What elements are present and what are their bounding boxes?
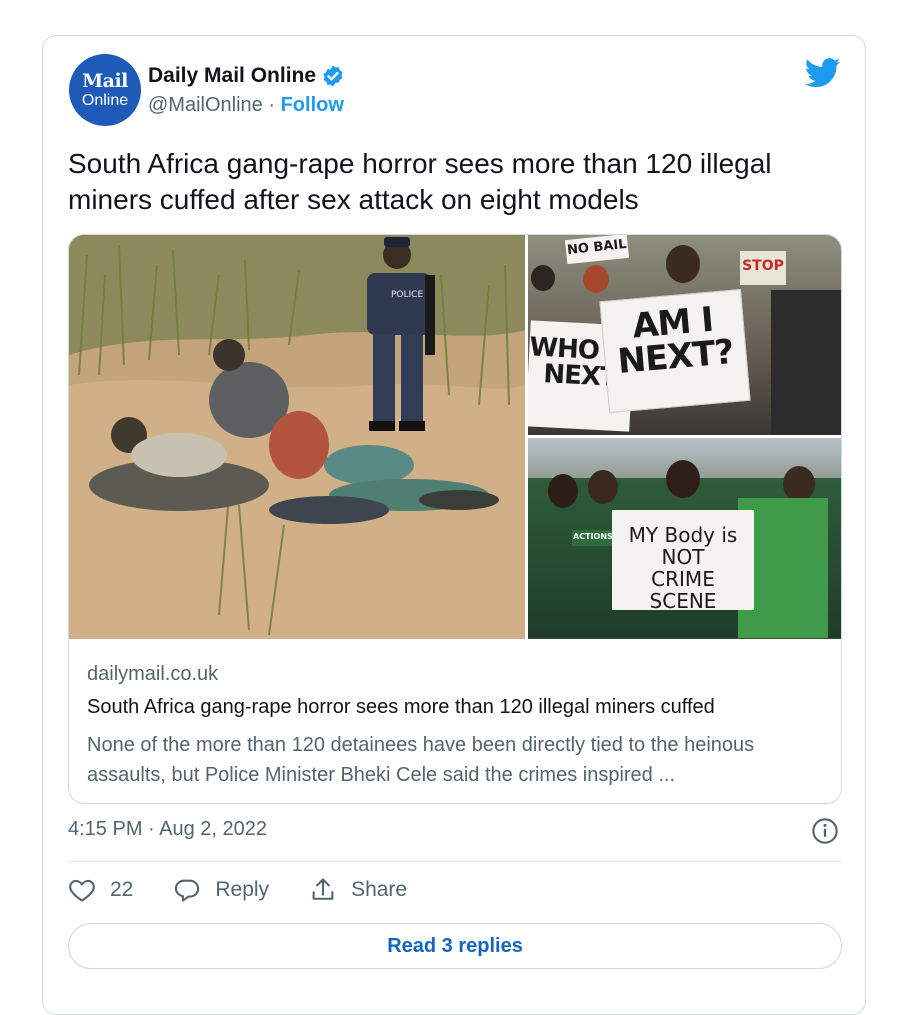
link-title: South Africa gang-rape horror sees more … xyxy=(87,696,715,718)
tweet-text: South Africa gang-rape horror sees more … xyxy=(68,148,772,215)
photo-protest-my-body[interactable]: ACTIONSA MY Body is NOT CRIME SCENE xyxy=(528,438,841,639)
photo-police-arrest[interactable]: POLICE xyxy=(69,235,525,639)
sign-no-bail: NO BAIL xyxy=(564,235,630,265)
photo-police-arrest-art: POLICE xyxy=(69,235,525,639)
divider xyxy=(68,861,842,862)
follow-button[interactable]: Follow xyxy=(281,94,344,116)
read-replies-button[interactable]: Read 3 replies xyxy=(68,923,842,969)
like-count: 22 xyxy=(110,878,134,901)
avatar-line2: Online xyxy=(81,91,129,109)
share-label: Share xyxy=(351,878,408,901)
reply-icon xyxy=(175,879,200,902)
share-icon xyxy=(312,878,334,900)
link-description: None of the more than 120 detainees have… xyxy=(87,734,755,786)
heart-icon xyxy=(69,879,95,902)
sign-my-body: MY Body is NOT CRIME SCENE xyxy=(612,510,754,612)
author-name[interactable]: Daily Mail Online xyxy=(148,64,316,88)
reply-label: Reply xyxy=(215,878,270,901)
photo-protest-am-i-next[interactable]: NO BAIL STOP WHO IS NEXT AM I NEXT? xyxy=(528,235,841,435)
sign-stop: STOP xyxy=(740,251,786,285)
twitter-bird-icon[interactable] xyxy=(805,58,841,88)
handle-separator: · xyxy=(262,94,281,116)
like-button[interactable]: 22 xyxy=(68,876,133,904)
verified-badge-icon xyxy=(323,65,343,87)
sign-am-i-next: AM I NEXT? xyxy=(599,289,751,413)
author-handle[interactable]: @MailOnline xyxy=(148,94,263,116)
tweet-timestamp[interactable]: 4:15 PM · Aug 2, 2022 xyxy=(68,818,267,841)
link-domain: dailymail.co.uk xyxy=(87,663,219,685)
author-name-row[interactable]: Daily Mail Online xyxy=(148,64,345,88)
tweet-card: Mail Online Daily Mail Online @MailOnlin… xyxy=(42,35,866,1015)
police-patch: POLICE xyxy=(391,290,423,300)
reply-button[interactable]: Reply xyxy=(173,876,269,904)
info-icon[interactable] xyxy=(811,817,839,845)
tweet-actions: 22 Reply Share xyxy=(68,876,447,904)
handle-row: @MailOnline · Follow xyxy=(148,94,344,117)
avatar[interactable]: Mail Online xyxy=(69,54,141,126)
share-button[interactable]: Share xyxy=(309,876,407,904)
link-card[interactable]: POLICE NO BAIL STOP WHO IS NEXT AM I NEX… xyxy=(68,234,842,804)
avatar-line1: Mail xyxy=(82,69,128,92)
